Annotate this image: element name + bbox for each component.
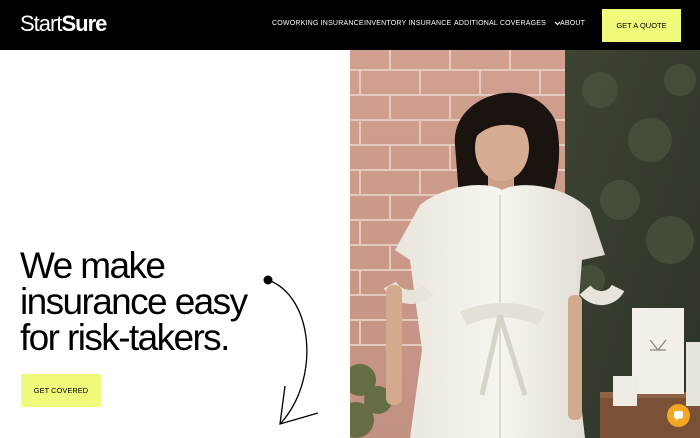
hero-photo xyxy=(350,50,700,438)
nav-link-inventory-insurance[interactable]: INVENTORY INSURANCE xyxy=(364,19,451,29)
hero-headline-line-3: for risk-takers. xyxy=(20,317,230,358)
get-covered-button[interactable]: GET COVERED xyxy=(21,374,101,407)
nav-link-about[interactable]: ABOUT xyxy=(560,19,585,29)
nav-link-additional-coverages-label: ADDITIONAL COVERAGES xyxy=(454,20,547,27)
nav-link-additional-coverages[interactable]: ADDITIONAL COVERAGES xyxy=(454,19,561,29)
logo-word-sure: Sure xyxy=(61,11,107,36)
hero-headline-line-2: insurance easy xyxy=(20,281,248,322)
nav-link-coworking-insurance[interactable]: COWORKING INSURANCE xyxy=(272,19,364,29)
top-navbar: StartSure COWORKING INSURANCE INVENTORY … xyxy=(0,0,700,50)
hero-photo-illustration xyxy=(350,50,700,438)
chat-icon xyxy=(674,411,683,421)
chat-launcher-button[interactable] xyxy=(667,404,690,427)
logo-word-start: Start xyxy=(20,11,62,36)
curved-arrow-icon xyxy=(263,275,319,425)
get-a-quote-button[interactable]: GET A QUOTE xyxy=(602,9,681,42)
hero-headline-line-1: We make xyxy=(20,245,166,286)
startsure-logo[interactable]: StartSure xyxy=(20,11,107,37)
hero-headline: We make insurance easy for risk-takers. xyxy=(20,245,248,358)
